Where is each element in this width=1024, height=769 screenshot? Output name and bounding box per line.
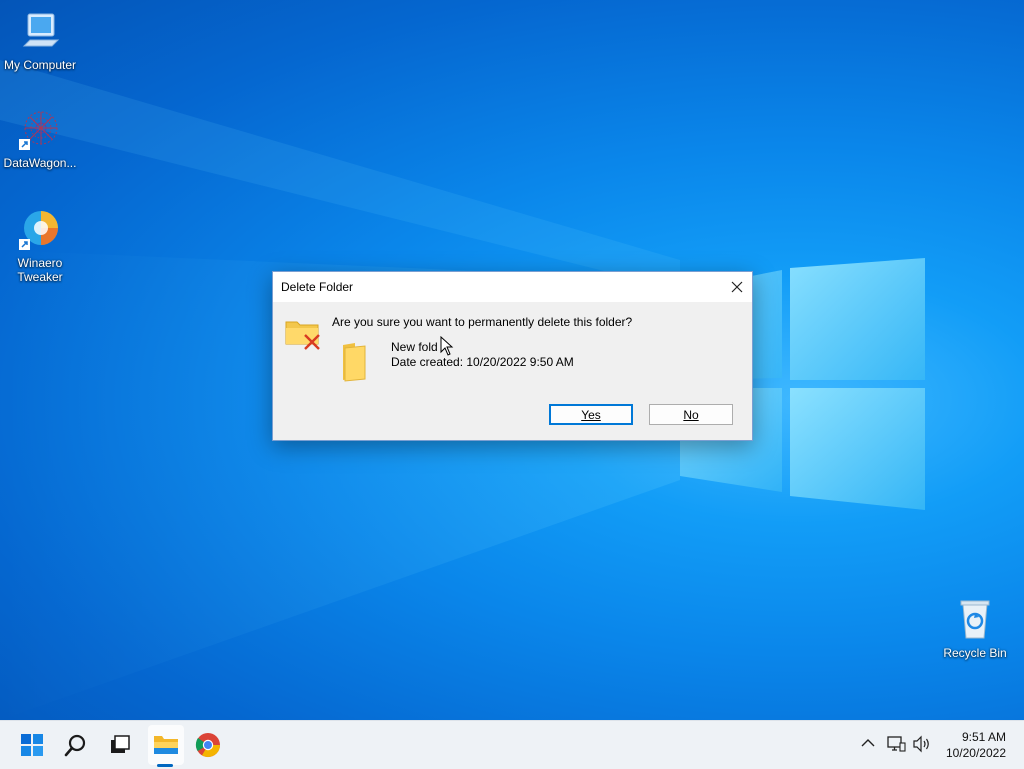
file-explorer-icon (154, 736, 178, 754)
desktop-icon-datawagon[interactable]: DataWagon... (0, 106, 80, 170)
desktop-icon-recycle-bin[interactable]: Recycle Bin (935, 598, 1015, 660)
task-view-icon (111, 735, 130, 753)
network-icon[interactable] (886, 735, 906, 753)
taskbar: 9:51 AM 10/20/2022 (0, 720, 1024, 769)
chrome-icon (195, 733, 220, 758)
yes-button[interactable]: Yes (549, 404, 633, 425)
start-button[interactable] (16, 729, 48, 761)
desktop-icon-my-computer[interactable]: My Computer (0, 10, 80, 72)
datawagon-icon (19, 111, 58, 150)
desktop-icon-label: Recycle Bin (943, 646, 1007, 660)
search-button[interactable] (60, 729, 92, 761)
task-view-button[interactable] (104, 729, 136, 761)
recycle-bin-icon (960, 600, 990, 639)
show-hidden-icons-chevron-icon[interactable] (860, 735, 876, 751)
dialog-titlebar[interactable]: Delete Folder (273, 272, 752, 302)
desktop-icon-label-line2: Tweaker (17, 270, 63, 284)
folder-icon (343, 343, 366, 382)
winaero-tweaker-icon (19, 211, 58, 250)
computer-icon (22, 13, 60, 47)
folder-name: New fold (391, 340, 438, 354)
delete-folder-dialog: Delete Folder Are you sure you want to p… (272, 271, 753, 441)
volume-icon[interactable] (912, 735, 932, 753)
dialog-message: Are you sure you want to permanently del… (332, 315, 633, 329)
windows-start-icon (21, 734, 43, 756)
chrome-button[interactable] (192, 729, 224, 761)
desktop-icon-winaero-tweaker[interactable]: Winaero Tweaker (0, 206, 80, 284)
active-app-indicator (157, 764, 173, 767)
close-button[interactable] (722, 272, 752, 302)
file-explorer-button[interactable] (150, 729, 182, 761)
dialog-title: Delete Folder (281, 280, 354, 294)
taskbar-clock[interactable]: 9:51 AM 10/20/2022 (946, 729, 1006, 761)
search-icon (64, 734, 86, 757)
desktop-icon-label: DataWagon... (3, 156, 77, 170)
clock-date: 10/20/2022 (945, 746, 1006, 760)
yes-button-label: Yes (581, 407, 601, 422)
clock-time: 9:51 AM (961, 730, 1006, 744)
desktop-icon-label-line1: Winaero (17, 256, 63, 270)
desktop-icon-label: My Computer (3, 58, 77, 72)
close-icon (731, 281, 743, 293)
no-button-label: No (683, 407, 699, 422)
folder-date-created: Date created: 10/20/2022 9:50 AM (391, 355, 574, 369)
no-button[interactable]: No (649, 404, 733, 425)
mouse-cursor-icon (440, 336, 454, 356)
delete-folder-icon (285, 321, 320, 350)
